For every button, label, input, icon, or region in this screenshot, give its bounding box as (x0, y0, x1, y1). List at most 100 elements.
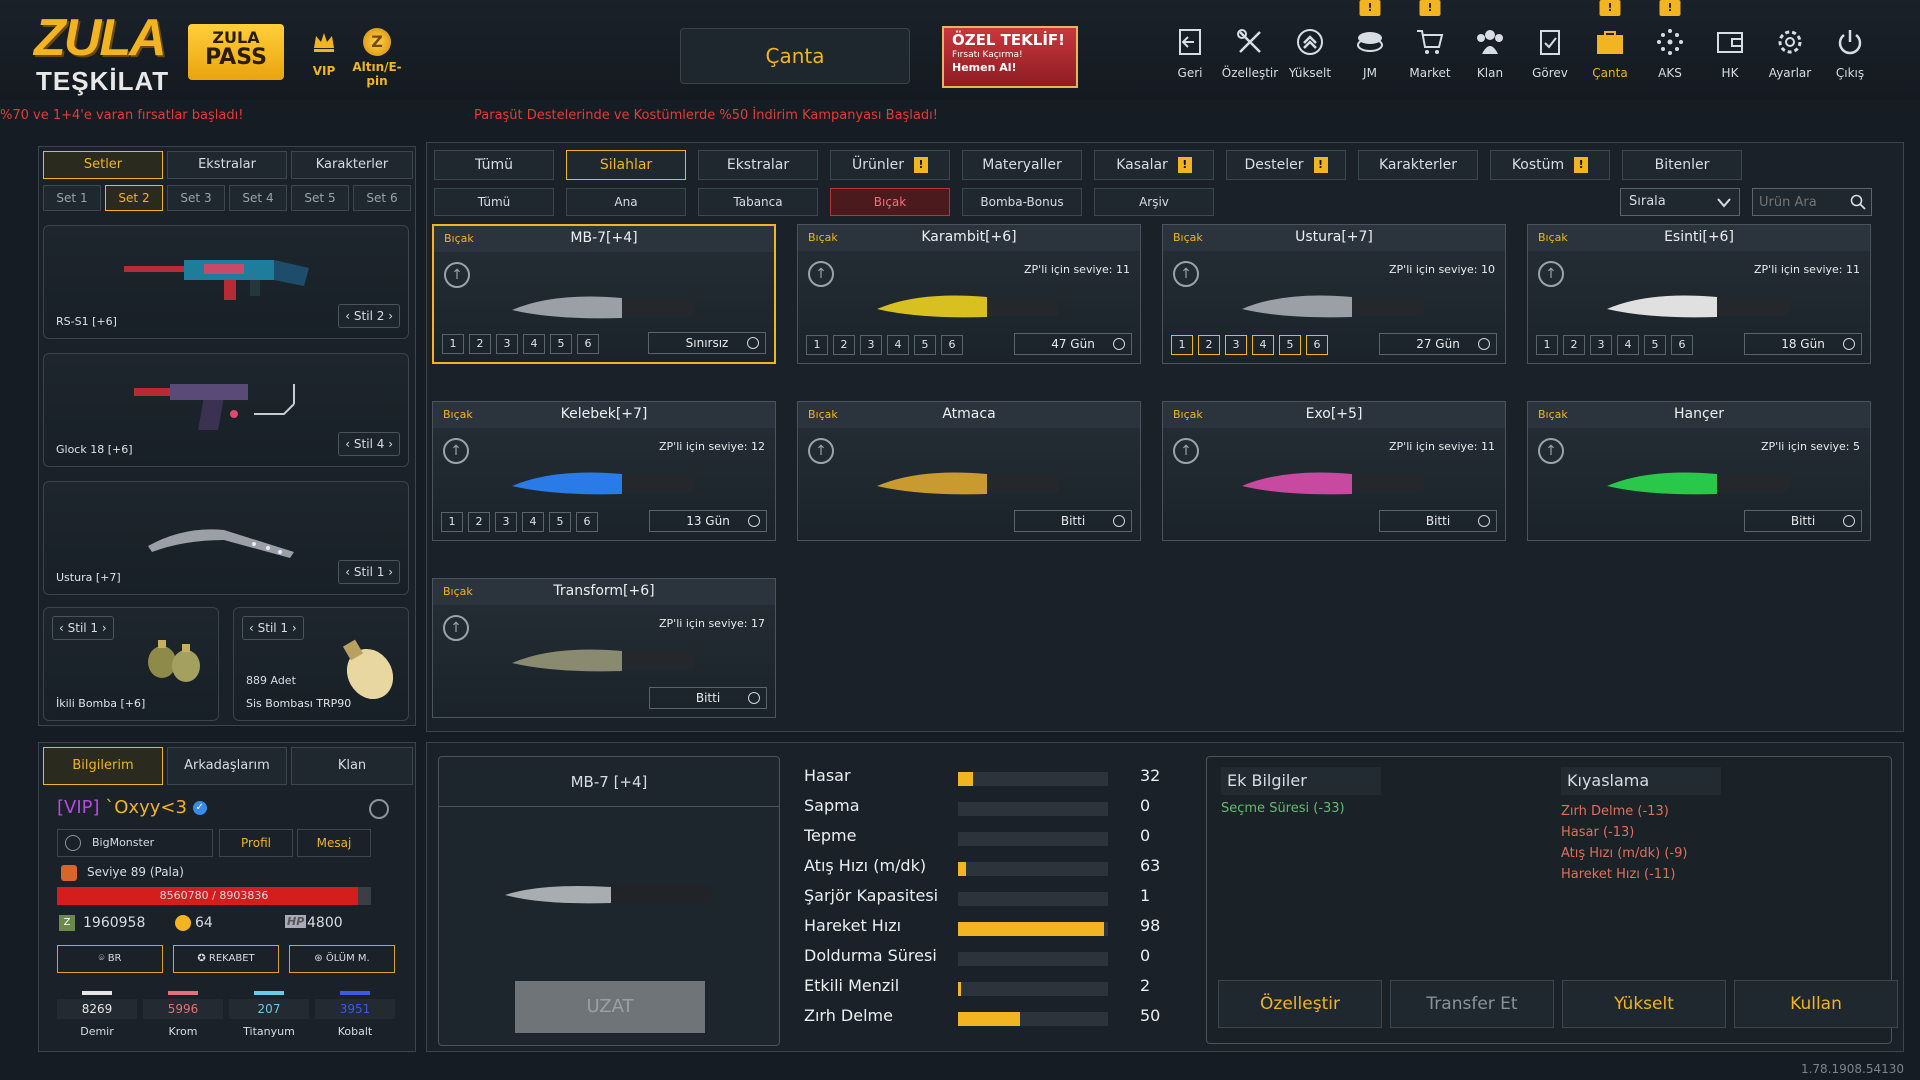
upgrade-level-box[interactable]: 2 (1563, 335, 1585, 355)
category-tab[interactable]: Ekstralar (698, 150, 818, 180)
set-tab-2[interactable]: Set 2 (105, 185, 163, 211)
upgrade-arrow-icon[interactable]: ↑ (1173, 438, 1199, 464)
upgrade-arrow-icon[interactable]: ↑ (1173, 261, 1199, 287)
slot-secondary-weapon[interactable]: Glock 18 [+6] ‹ Stil 4 › (43, 353, 409, 467)
upgrade-level-box[interactable]: 2 (469, 334, 491, 354)
nav-market[interactable]: ! Market (1400, 0, 1460, 90)
upgrade-arrow-icon[interactable]: ↑ (444, 262, 470, 288)
subcategory-tab[interactable]: Bıçak (830, 188, 950, 216)
item-card[interactable]: Bıçak Transform[+6] ↑ ZP'li için seviye: 17… (432, 578, 776, 718)
upgrade-arrow-icon[interactable]: ↑ (1538, 261, 1564, 287)
upgrade-arrow-icon[interactable]: ↑ (808, 438, 834, 464)
upgrade-level-box[interactable]: 2 (468, 512, 490, 532)
upgrade-level-box[interactable]: 4 (887, 335, 909, 355)
special-offer-banner[interactable]: ÖZEL TEKLİF! Fırsatı Kaçırma! Hemen Al! (942, 26, 1078, 88)
item-card[interactable]: Bıçak Atmaca ↑ Bitti (797, 401, 1141, 541)
upgrade-level-box[interactable]: 3 (496, 334, 518, 354)
item-card[interactable]: Bıçak Kelebek[+7] ↑ ZP'li için seviye: 12 1 2… (432, 401, 776, 541)
stil-selector[interactable]: ‹ Stil 1 › (338, 560, 400, 584)
slot-primary-weapon[interactable]: RS-S1 [+6] ‹ Stil 2 › (43, 225, 409, 339)
tab-ekstralar[interactable]: Ekstralar (167, 151, 287, 179)
subcategory-tab[interactable]: Tümü (434, 188, 554, 216)
upgrade-level-box[interactable]: 4 (523, 334, 545, 354)
upgrade-arrow-icon[interactable]: ↑ (443, 615, 469, 641)
search-icon[interactable] (1850, 194, 1866, 210)
category-tab[interactable]: Materyaller (962, 150, 1082, 180)
mode-rekabet-button[interactable]: ✪ REKABET (173, 945, 279, 973)
upgrade-level-box[interactable]: 2 (1198, 335, 1220, 355)
upgrade-level-box[interactable]: 5 (914, 335, 936, 355)
item-card[interactable]: Bıçak MB-7[+4] ↑ 1 2 3 4 5 6 Sınırsız (432, 224, 776, 364)
upgrade-level-box[interactable]: 3 (495, 512, 517, 532)
set-tab-5[interactable]: Set 5 (291, 185, 349, 211)
category-tab[interactable]: Kasalar! (1094, 150, 1214, 180)
slot-grenade-1[interactable]: ‹ Stil 1 › İkili Bomba [+6] (43, 607, 219, 721)
subcategory-tab[interactable]: Tabanca (698, 188, 818, 216)
upgrade-level-box[interactable]: 1 (1536, 335, 1558, 355)
vip-button[interactable]: VIP (304, 28, 344, 78)
canta-title-button[interactable]: Çanta (680, 28, 910, 84)
sort-dropdown[interactable]: Sırala (1620, 188, 1740, 216)
upgrade-level-box[interactable]: 2 (833, 335, 855, 355)
category-tab[interactable]: Tümü (434, 150, 554, 180)
upgrade-arrow-icon[interactable]: ↑ (808, 261, 834, 287)
nav-gorev[interactable]: Görev (1520, 0, 1580, 90)
nav-jm[interactable]: ! JM (1340, 0, 1400, 90)
nav-cikis[interactable]: Çıkış (1820, 0, 1880, 90)
set-tab-6[interactable]: Set 6 (353, 185, 411, 211)
upgrade-level-box[interactable]: 6 (941, 335, 963, 355)
category-tab[interactable]: Bitenler (1622, 150, 1742, 180)
customize-button[interactable]: Özelleştir (1218, 980, 1382, 1028)
slot-melee-weapon[interactable]: Ustura [+7] ‹ Stil 1 › (43, 481, 409, 595)
stil-selector[interactable]: ‹ Stil 2 › (338, 304, 400, 328)
stil-selector[interactable]: ‹ Stil 4 › (338, 432, 400, 456)
upgrade-level-box[interactable]: 1 (441, 512, 463, 532)
item-card[interactable]: Bıçak Hançer ↑ ZP'li için seviye: 5 Bitti (1527, 401, 1871, 541)
subcategory-tab[interactable]: Ana (566, 188, 686, 216)
category-tab[interactable]: Ürünler! (830, 150, 950, 180)
nav-ozellestir[interactable]: Özelleştir (1220, 0, 1280, 90)
stil-selector[interactable]: ‹ Stil 1 › (52, 616, 114, 640)
set-tab-1[interactable]: Set 1 (43, 185, 101, 211)
profile-button[interactable]: Profil (219, 829, 293, 857)
item-card[interactable]: Bıçak Esinti[+6] ↑ ZP'li için seviye: 11 1 2 3… (1527, 224, 1871, 364)
nav-canta[interactable]: ! Çanta (1580, 0, 1640, 90)
tab-setler[interactable]: Setler (43, 151, 163, 179)
subcategory-tab[interactable]: Bomba-Bonus (962, 188, 1082, 216)
upgrade-level-box[interactable]: 3 (1225, 335, 1247, 355)
upgrade-level-box[interactable]: 5 (550, 334, 572, 354)
category-tab[interactable]: Desteler! (1226, 150, 1346, 180)
set-tab-4[interactable]: Set 4 (229, 185, 287, 211)
category-tab[interactable]: Kostüm! (1490, 150, 1610, 180)
nav-ayarlar[interactable]: Ayarlar (1760, 0, 1820, 90)
upgrade-level-box[interactable]: 1 (442, 334, 464, 354)
upgrade-level-box[interactable]: 5 (1644, 335, 1666, 355)
upgrade-level-box[interactable]: 6 (1306, 335, 1328, 355)
upgrade-level-box[interactable]: 3 (860, 335, 882, 355)
upgrade-level-box[interactable]: 5 (1279, 335, 1301, 355)
upgrade-level-box[interactable]: 1 (806, 335, 828, 355)
transfer-button[interactable]: Transfer Et (1390, 980, 1554, 1028)
stil-selector[interactable]: ‹ Stil 1 › (242, 616, 304, 640)
upgrade-level-box[interactable]: 4 (1252, 335, 1274, 355)
upgrade-level-box[interactable]: 4 (522, 512, 544, 532)
mode-olum-button[interactable]: ⊛ ÖLÜM M. (289, 945, 395, 973)
upgrade-level-box[interactable]: 1 (1171, 335, 1193, 355)
upgrade-level-box[interactable]: 3 (1590, 335, 1612, 355)
upgrade-arrow-icon[interactable]: ↑ (443, 438, 469, 464)
nav-aks[interactable]: ! AKS (1640, 0, 1700, 90)
upgrade-button[interactable]: Yükselt (1562, 980, 1726, 1028)
item-card[interactable]: Bıçak Exo[+5] ↑ ZP'li için seviye: 11 Bitti (1162, 401, 1506, 541)
extend-button[interactable]: UZAT (515, 981, 705, 1033)
nav-geri[interactable]: Geri (1160, 0, 1220, 90)
upgrade-level-box[interactable]: 6 (577, 334, 599, 354)
upgrade-level-box[interactable]: 6 (576, 512, 598, 532)
tab-bilgilerim[interactable]: Bilgilerim (43, 747, 163, 785)
nav-klan[interactable]: Klan (1460, 0, 1520, 90)
altin-epin-button[interactable]: Z Altın/E-pin (342, 28, 412, 88)
upgrade-level-box[interactable]: 5 (549, 512, 571, 532)
use-button[interactable]: Kullan (1734, 980, 1898, 1028)
upgrade-arrow-icon[interactable]: ↑ (1538, 438, 1564, 464)
category-tab[interactable]: Karakterler (1358, 150, 1478, 180)
message-button[interactable]: Mesaj (297, 829, 371, 857)
